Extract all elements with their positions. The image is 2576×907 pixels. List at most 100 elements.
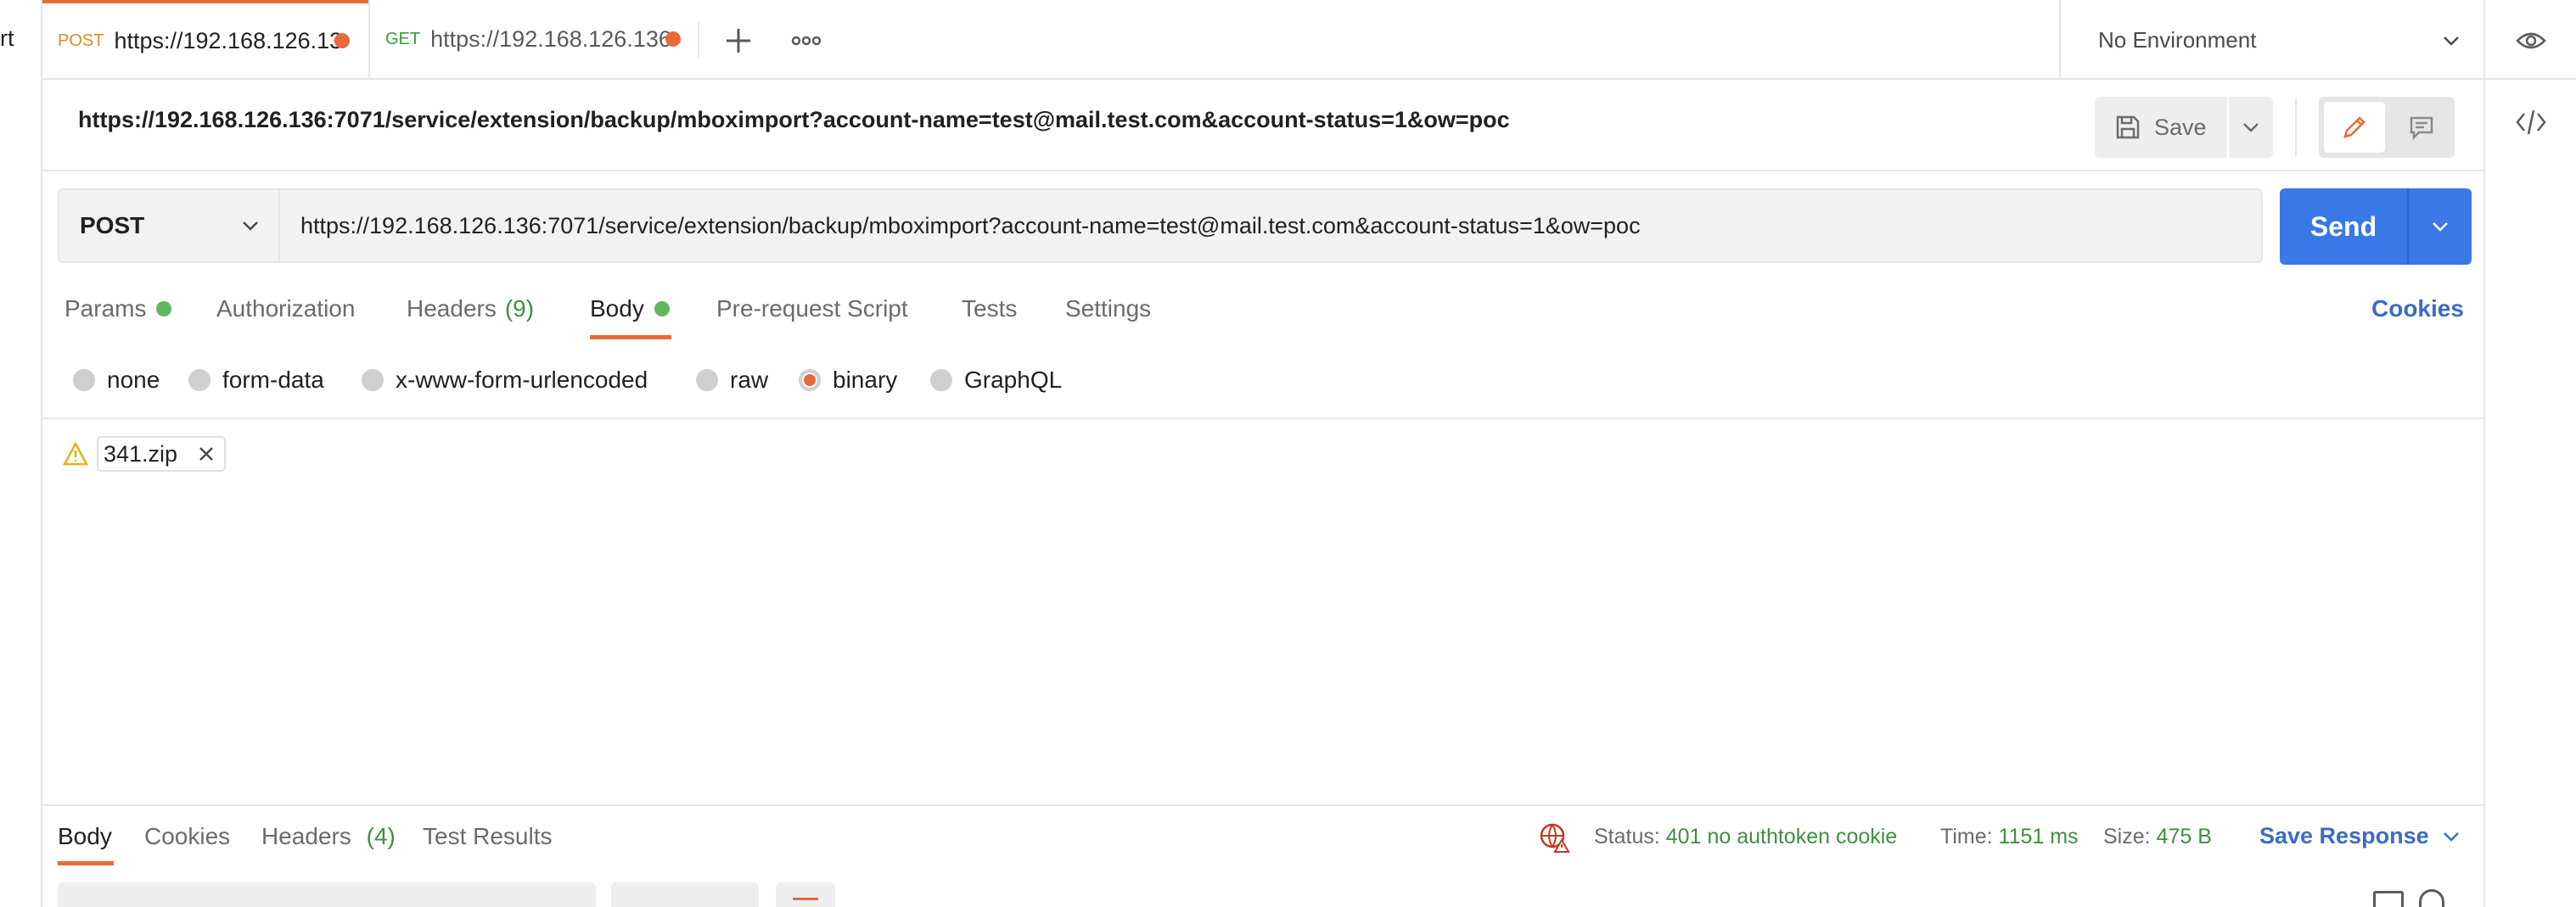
wrap-lines-button[interactable] <box>776 882 835 907</box>
headers-count: (9) <box>504 295 535 322</box>
chevron-down-icon <box>2433 222 2448 232</box>
unsaved-dot <box>334 33 350 48</box>
tab-params[interactable]: Params <box>65 295 172 322</box>
radio-graphql[interactable]: GraphQL <box>930 367 1062 394</box>
active-tab-underline <box>590 335 671 339</box>
tab-label: Headers <box>261 823 351 849</box>
time-readout: Time: 1151 ms <box>1940 825 2079 849</box>
chevron-down-icon <box>2443 831 2459 842</box>
tab-post-request[interactable]: POST https://192.168.126.13 <box>42 0 368 78</box>
tab-headers[interactable]: Headers (9) <box>407 295 534 322</box>
close-icon[interactable] <box>197 445 216 463</box>
eye-icon[interactable] <box>2514 24 2548 58</box>
chevron-down-icon <box>2243 123 2259 132</box>
tab-get-request[interactable]: GET https://192.168.126.136 <box>370 0 691 78</box>
tab-body[interactable]: Body <box>590 295 670 322</box>
tab-title: https://192.168.126.13 <box>114 27 343 53</box>
comment-mode-button[interactable] <box>2394 102 2450 153</box>
save-button[interactable]: Save <box>2095 97 2227 158</box>
tab-divider <box>698 22 699 58</box>
radio-label: raw <box>730 367 769 393</box>
tab-label: Settings <box>1065 295 1152 322</box>
radio-label: form-data <box>222 367 324 393</box>
response-tab-test-results[interactable]: Test Results <box>423 823 553 850</box>
response-divider <box>42 804 2483 806</box>
active-response-tab-underline <box>58 861 114 865</box>
tab-label: Params <box>65 295 147 322</box>
chevron-down-icon <box>243 221 258 231</box>
tab-label: Pre-request Script <box>716 295 908 322</box>
mode-toggle[interactable] <box>2319 97 2455 158</box>
size-value: 475 B <box>2156 825 2212 848</box>
tab-label: Authorization <box>216 295 356 322</box>
header-divider-right <box>2483 78 2576 80</box>
comment-icon <box>2410 116 2433 141</box>
radio-none[interactable]: none <box>73 367 160 394</box>
warning-icon <box>62 441 89 467</box>
time-label: Time: <box>1940 825 1993 848</box>
radio-circle <box>930 369 952 391</box>
sidebar-divider <box>41 0 42 907</box>
radio-binary[interactable]: binary <box>799 367 897 394</box>
save-icon <box>2113 113 2142 142</box>
response-tab-body[interactable]: Body <box>58 823 112 850</box>
tab-pre-request-script[interactable]: Pre-request Script <box>716 295 908 322</box>
tab-settings[interactable]: Settings <box>1065 295 1151 322</box>
radio-label: x-www-form-urlencoded <box>396 367 648 393</box>
tab-tests[interactable]: Tests <box>962 295 1017 322</box>
env-divider <box>2059 0 2061 78</box>
network-error-icon[interactable] <box>1538 821 1570 854</box>
method-select[interactable]: POST <box>58 188 278 263</box>
size-readout: Size: 475 B <box>2103 825 2212 849</box>
response-tab-headers[interactable]: Headers (4) <box>261 823 396 850</box>
time-value: 1151 ms <box>1998 825 2079 848</box>
radio-circle <box>696 369 718 391</box>
active-indicator-dot <box>654 301 670 316</box>
response-format-select[interactable] <box>611 882 759 907</box>
tab-title: https://192.168.126.136 <box>430 25 671 52</box>
response-view-selector[interactable] <box>58 882 596 907</box>
tab-label: Tests <box>962 295 1018 322</box>
file-name: 341.zip <box>104 440 178 467</box>
tab-method: POST <box>58 31 104 50</box>
new-tab-plus-icon[interactable] <box>721 24 755 58</box>
radio-x-www-form-urlencoded[interactable]: x-www-form-urlencoded <box>362 367 648 394</box>
pencil-icon <box>2343 116 2366 138</box>
size-label: Size: <box>2103 825 2151 848</box>
send-options-button[interactable] <box>2409 188 2472 265</box>
url-input[interactable]: https://192.168.126.136:7071/service/ext… <box>278 188 2263 263</box>
body-type-divider <box>42 417 2483 419</box>
toolbar-divider <box>2295 98 2297 156</box>
tab-label: Body <box>590 295 644 322</box>
status-readout: Status: 401 no authtoken cookie <box>1594 825 1897 849</box>
radio-circle <box>188 369 210 391</box>
wrap-lines-icon <box>793 898 818 900</box>
chevron-down-icon[interactable] <box>2439 29 2463 53</box>
radio-label: GraphQL <box>964 367 1063 393</box>
save-response-label: Save Response <box>2259 823 2429 848</box>
header-divider <box>42 78 2483 80</box>
tab-authorization[interactable]: Authorization <box>216 295 355 322</box>
file-chip[interactable]: 341.zip <box>97 436 226 472</box>
radio-raw[interactable]: raw <box>696 367 768 394</box>
copy-icon[interactable] <box>2373 891 2404 907</box>
response-tab-cookies[interactable]: Cookies <box>144 823 230 850</box>
more-tabs-icon[interactable] <box>789 25 823 56</box>
environment-selector[interactable]: No Environment <box>2098 27 2256 53</box>
code-icon[interactable] <box>2514 107 2548 137</box>
edit-mode-button[interactable] <box>2324 102 2385 153</box>
radio-circle <box>73 369 95 391</box>
save-response-button[interactable]: Save Response <box>2259 823 2461 849</box>
save-label: Save <box>2154 114 2207 140</box>
save-options-button[interactable] <box>2229 97 2273 158</box>
send-button[interactable]: Send <box>2280 188 2472 265</box>
request-name[interactable]: https://192.168.126.136:7071/service/ext… <box>78 107 1510 133</box>
tab-method: GET <box>385 29 421 48</box>
radio-form-data[interactable]: form-data <box>188 367 324 394</box>
radio-circle-selected <box>799 369 821 391</box>
search-icon[interactable] <box>2419 889 2444 907</box>
cookies-link[interactable]: Cookies <box>2371 295 2464 322</box>
status-label: Status: <box>1594 825 1660 848</box>
radio-label: binary <box>833 367 898 393</box>
sidebar-stub-text: rt <box>0 25 14 51</box>
